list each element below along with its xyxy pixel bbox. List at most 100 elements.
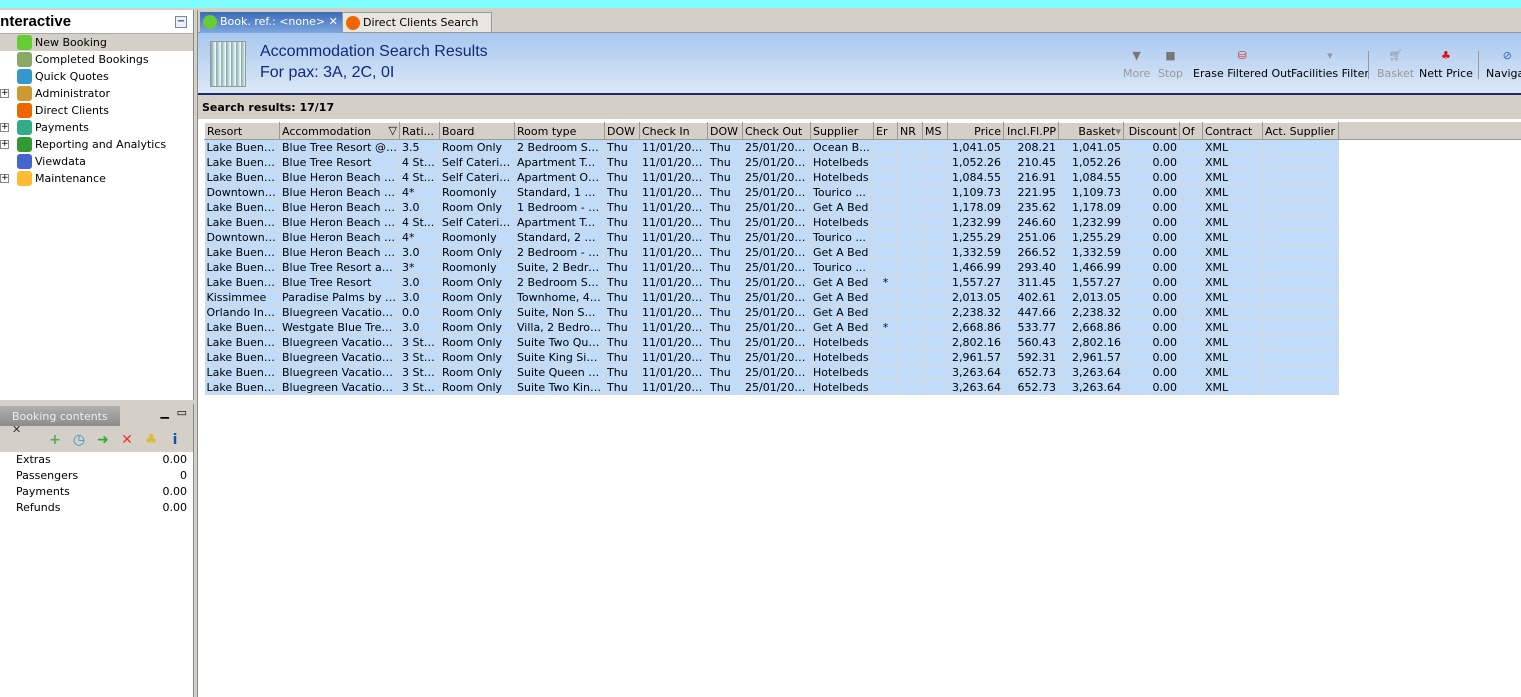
tab-direct-clients-search[interactable]: Direct Clients Search [342, 12, 492, 33]
column-header-act-supplier[interactable]: Act. Supplier [1262, 122, 1339, 140]
tab-booking-contents[interactable]: Booking contents ✕ [0, 406, 120, 436]
table-row[interactable]: Lake Buena... Westgate Blue Tree ... 3.0 Ro… [204, 319, 1339, 335]
cell-check-out: 25/01/2018 [742, 334, 811, 350]
table-row[interactable]: Kissimmee Paradise Palms by Bl... 3.0 Room … [204, 289, 1339, 305]
cell-check-in: 11/01/2018 [639, 184, 708, 200]
cell-nr [897, 244, 923, 260]
cell-er: * [873, 274, 898, 290]
column-header-check-out[interactable]: Check Out [742, 122, 811, 140]
column-header-of[interactable]: Of [1179, 122, 1203, 140]
stop-button[interactable]: ■ Stop [1158, 49, 1183, 80]
cell-incl-fl-pp: 221.95 [1003, 184, 1059, 200]
table-row[interactable]: Downtown ... Blue Heron Beach Re... 4* Room… [204, 229, 1339, 245]
cell-check-in: 11/01/2018 [639, 154, 708, 170]
maximize-button[interactable]: ▭ [177, 406, 187, 419]
sidebar-item-new-booking[interactable]: New Booking [0, 34, 193, 51]
minimize-button[interactable]: ▁ [161, 406, 169, 419]
column-header-price[interactable]: Price [947, 122, 1004, 140]
collapse-button[interactable]: − [175, 16, 187, 28]
erase-filtered-out-button[interactable]: ⛁ Erase Filtered Out [1193, 49, 1291, 80]
sidebar-item-payments[interactable]: + Payments [0, 119, 193, 136]
cell-discount: 0.00 [1123, 274, 1180, 290]
delete-icon[interactable]: ✕ [119, 432, 135, 448]
table-row[interactable]: Lake Buena... Bluegreen Vacations ... 3 St… [204, 349, 1339, 365]
column-header-check-in[interactable]: Check In [639, 122, 708, 140]
table-row[interactable]: Downtown ... Blue Heron Beach Re... 4* Room… [204, 184, 1339, 200]
close-icon[interactable]: ✕ [12, 423, 21, 436]
tab-booking-ref[interactable]: Book. ref.: <none> ✕ [200, 12, 342, 33]
cell-rati: 4 St... [399, 169, 440, 185]
table-row[interactable]: Lake Buena... Blue Tree Resort 3.0 Room Onl… [204, 274, 1339, 290]
cell-dow: Thu [604, 379, 640, 395]
sidebar-item-reporting-and-analytics[interactable]: + Reporting and Analytics [0, 136, 193, 153]
cell-resort: Lake Buena... [204, 334, 280, 350]
clock-icon[interactable]: ◷ [71, 432, 87, 448]
table-row[interactable]: Lake Buena... Blue Tree Resort 4 Stars Self… [204, 154, 1339, 170]
table-row[interactable]: Lake Buena... Blue Tree Resort at L... 3* R… [204, 259, 1339, 275]
facilities-filter-button[interactable]: ▾ Facilities Filter [1291, 49, 1369, 80]
column-header-accommodation[interactable]: Accommodation ▽ [279, 122, 400, 140]
cell-of [1179, 214, 1203, 230]
sidebar-item-viewdata[interactable]: Viewdata [0, 153, 193, 170]
cell-supplier: Get A Bed [810, 289, 874, 305]
expand-icon[interactable]: + [0, 123, 9, 132]
cell-rati: 3* [399, 259, 440, 275]
column-header-basket[interactable]: Basket▾ [1058, 122, 1124, 140]
cell-check-out: 25/01/2018 [742, 289, 811, 305]
table-row[interactable]: Lake Buena... Blue Heron Beach Re... 3.0 Ro… [204, 244, 1339, 260]
cell-rati: 3 Stars [399, 379, 440, 395]
table-row[interactable]: Lake Buena... Bluegreen Vacations ... 3 St… [204, 379, 1339, 395]
table-row[interactable]: Lake Buena... Blue Heron Beach Re... 4 St.… [204, 169, 1339, 185]
sidebar-item-quick-quotes[interactable]: Quick Quotes [0, 68, 193, 85]
column-header-ms[interactable]: MS [922, 122, 948, 140]
cell-supplier: Hotelbeds [810, 169, 874, 185]
basket-transfer-icon[interactable]: ➜ [95, 432, 111, 448]
cell-dow: Thu [604, 304, 640, 320]
column-header-discount[interactable]: Discount [1123, 122, 1180, 140]
table-row[interactable]: Lake Buena... Blue Tree Resort @ LBV 3.5 Ro… [204, 139, 1339, 155]
column-header-nr[interactable]: NR [897, 122, 923, 140]
cell-contract: XML [1202, 349, 1263, 365]
table-row[interactable]: Lake Buena... Bluegreen Vacations ... 3 St… [204, 334, 1339, 350]
navigate-button[interactable]: ⊘ Navigat [1486, 49, 1521, 80]
cell-dow: Thu [604, 214, 640, 230]
table-row[interactable]: Lake Buena... Blue Heron Beach Re... 3.0 Ro… [204, 199, 1339, 215]
close-icon[interactable]: ✕ [329, 15, 338, 28]
column-header-dow[interactable]: DOW [604, 122, 640, 140]
cell-room-type: Suite, 2 Bedro... [514, 259, 605, 275]
sidebar-item-maintenance[interactable]: + Maintenance [0, 170, 193, 187]
cell-nr [897, 289, 923, 305]
info-icon[interactable]: i [167, 432, 183, 448]
column-header-incl-fl-pp[interactable]: Incl.Fl.PP [1003, 122, 1059, 140]
cell-er [873, 139, 898, 155]
cell-dow: Thu [604, 349, 640, 365]
nett-price-button[interactable]: ♣ Nett Price [1419, 49, 1473, 80]
column-header-resort[interactable]: Resort [204, 122, 280, 140]
filter-icon[interactable]: ▽ [389, 124, 397, 137]
basket-button[interactable]: 🛒︎ Basket [1377, 49, 1414, 80]
more-button[interactable]: ▼ More [1123, 49, 1150, 80]
cell-basket: 1,332.59 [1058, 244, 1124, 260]
column-header-rati[interactable]: Rati... [399, 122, 440, 140]
column-header-supplier[interactable]: Supplier [810, 122, 874, 140]
table-row[interactable]: Lake Buena... Blue Heron Beach Re... 4 St.… [204, 214, 1339, 230]
column-header-er[interactable]: Er [873, 122, 898, 140]
cell-check-out: 25/01/2018 [742, 259, 811, 275]
palm-tree-icon[interactable]: ♣ [143, 432, 159, 448]
expand-icon[interactable]: + [0, 140, 9, 149]
column-header-dow[interactable]: DOW [707, 122, 743, 140]
expand-icon[interactable]: + [0, 89, 9, 98]
cell-of [1179, 259, 1203, 275]
cell-of [1179, 229, 1203, 245]
column-header-room-type[interactable]: Room type [514, 122, 605, 140]
cell-incl-fl-pp: 311.45 [1003, 274, 1059, 290]
sidebar-item-administrator[interactable]: + Administrator [0, 85, 193, 102]
column-header-contract[interactable]: Contract [1202, 122, 1263, 140]
sidebar-item-direct-clients[interactable]: Direct Clients [0, 102, 193, 119]
expand-icon[interactable]: + [0, 174, 9, 183]
sidebar-item-completed-bookings[interactable]: Completed Bookings [0, 51, 193, 68]
table-row[interactable]: Orlando Int... Bluegreen Vacations ... 0.0… [204, 304, 1339, 320]
column-header-board[interactable]: Board [439, 122, 515, 140]
table-row[interactable]: Lake Buena... Bluegreen Vacations ... 3 St… [204, 364, 1339, 380]
add-icon[interactable]: + [47, 432, 63, 448]
